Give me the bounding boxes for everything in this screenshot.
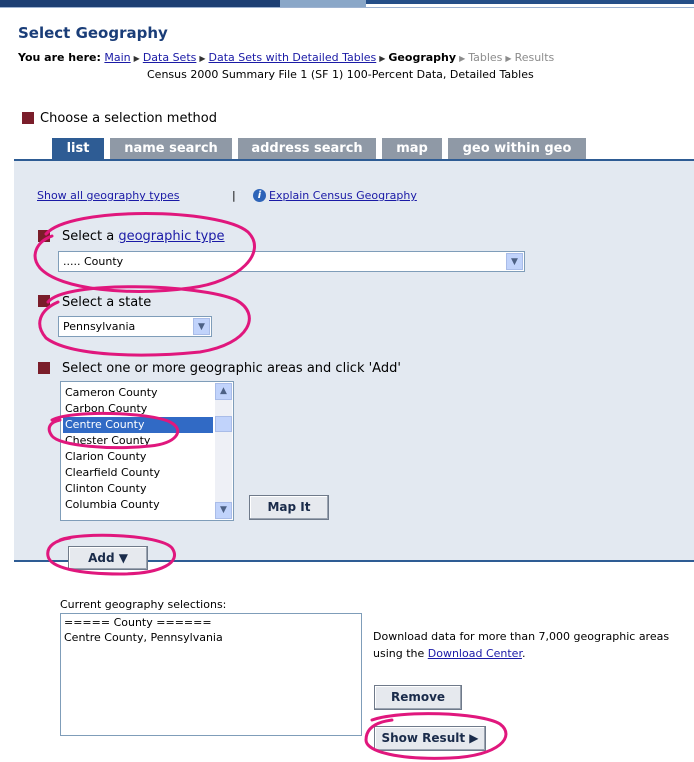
state-value: Pennsylvania bbox=[63, 320, 136, 333]
explain-geography-link[interactable]: Explain Census Geography bbox=[269, 189, 417, 202]
bullet-icon bbox=[22, 112, 34, 124]
state-select[interactable]: Pennsylvania ▼ bbox=[58, 316, 212, 337]
top-banner-strip bbox=[0, 0, 694, 12]
breadcrumb-label: You are here: bbox=[18, 51, 101, 64]
tab-address-search[interactable]: address search bbox=[238, 138, 376, 160]
dataset-name: Census 2000 Summary File 1 (SF 1) 100-Pe… bbox=[147, 68, 534, 81]
map-it-button[interactable]: Map It bbox=[249, 495, 329, 520]
chevron-down-icon[interactable]: ▼ bbox=[193, 318, 210, 335]
add-button[interactable]: Add ▼ bbox=[68, 546, 148, 570]
bullet-icon bbox=[38, 295, 50, 307]
breadcrumb-link-main[interactable]: Main bbox=[104, 51, 130, 64]
list-item[interactable]: Carbon County bbox=[63, 401, 213, 417]
breadcrumb-arrow-icon: ▶ bbox=[459, 54, 466, 63]
chevron-up-icon[interactable]: ▲ bbox=[215, 383, 232, 400]
tab-list[interactable]: list bbox=[52, 138, 104, 160]
list-item[interactable]: Clarion County bbox=[63, 449, 213, 465]
download-text: Download data for more than 7,000 geogra… bbox=[373, 628, 683, 662]
breadcrumb-current: Geography bbox=[388, 51, 457, 64]
current-selections-box[interactable]: ===== County ====== Centre County, Penns… bbox=[60, 613, 362, 736]
areas-listbox[interactable]: Cameron County Carbon County Centre Coun… bbox=[60, 381, 234, 521]
remove-button[interactable]: Remove bbox=[374, 685, 462, 710]
list-item-selected[interactable]: Centre County bbox=[63, 417, 213, 433]
tab-geo-within-geo[interactable]: geo within geo bbox=[448, 138, 586, 160]
bullet-icon bbox=[38, 230, 50, 242]
page-title: Select Geography bbox=[18, 24, 168, 42]
geo-type-label: Select a geographic type bbox=[62, 229, 225, 244]
list-item[interactable]: Chester County bbox=[63, 433, 213, 449]
state-label: Select a state bbox=[62, 295, 152, 310]
chevron-down-icon[interactable]: ▼ bbox=[506, 253, 523, 270]
breadcrumb-arrow-icon: ▶ bbox=[379, 54, 386, 63]
breadcrumb-link-data-sets[interactable]: Data Sets bbox=[143, 51, 197, 64]
listbox-scrollbar[interactable]: ▲ ▼ bbox=[215, 383, 232, 519]
list-item[interactable]: Cameron County bbox=[63, 385, 213, 401]
current-selection-item[interactable]: Centre County, Pennsylvania bbox=[64, 631, 223, 644]
geographic-type-link[interactable]: geographic type bbox=[118, 229, 224, 244]
breadcrumb-step-tables: Tables bbox=[468, 51, 503, 64]
download-period: . bbox=[521, 647, 526, 660]
list-item[interactable]: Columbia County bbox=[63, 497, 213, 513]
show-result-button[interactable]: Show Result ▶ bbox=[374, 726, 486, 751]
geo-type-value: ..... County bbox=[63, 255, 124, 268]
info-icon[interactable]: i bbox=[253, 189, 266, 202]
tab-name-search[interactable]: name search bbox=[110, 138, 232, 160]
current-selection-heading: ===== County ====== bbox=[64, 616, 212, 629]
tab-map[interactable]: map bbox=[382, 138, 442, 160]
geo-type-select[interactable]: ..... County ▼ bbox=[58, 251, 525, 272]
areas-label: Select one or more geographic areas and … bbox=[62, 361, 401, 376]
breadcrumb: You are here: Main ▶ Data Sets ▶ Data Sets w… bbox=[18, 51, 554, 64]
breadcrumb-arrow-icon: ▶ bbox=[199, 54, 206, 63]
download-center-link[interactable]: Download Center bbox=[428, 647, 522, 660]
bullet-icon bbox=[38, 362, 50, 374]
method-heading: Choose a selection method bbox=[40, 111, 217, 126]
link-separator: | bbox=[232, 189, 236, 202]
list-item[interactable]: Clinton County bbox=[63, 481, 213, 497]
breadcrumb-arrow-icon: ▶ bbox=[133, 54, 140, 63]
chevron-down-icon[interactable]: ▼ bbox=[215, 502, 232, 519]
scrollbar-thumb[interactable] bbox=[215, 416, 232, 432]
list-item[interactable]: Clearfield County bbox=[63, 465, 213, 481]
breadcrumb-arrow-icon: ▶ bbox=[505, 54, 512, 63]
breadcrumb-link-detailed-tables[interactable]: Data Sets with Detailed Tables bbox=[209, 51, 377, 64]
breadcrumb-step-results: Results bbox=[514, 51, 555, 64]
current-selections-label: Current geography selections: bbox=[60, 598, 227, 611]
geo-type-label-prefix: Select a bbox=[62, 229, 119, 244]
show-all-geography-link[interactable]: Show all geography types bbox=[37, 189, 180, 202]
